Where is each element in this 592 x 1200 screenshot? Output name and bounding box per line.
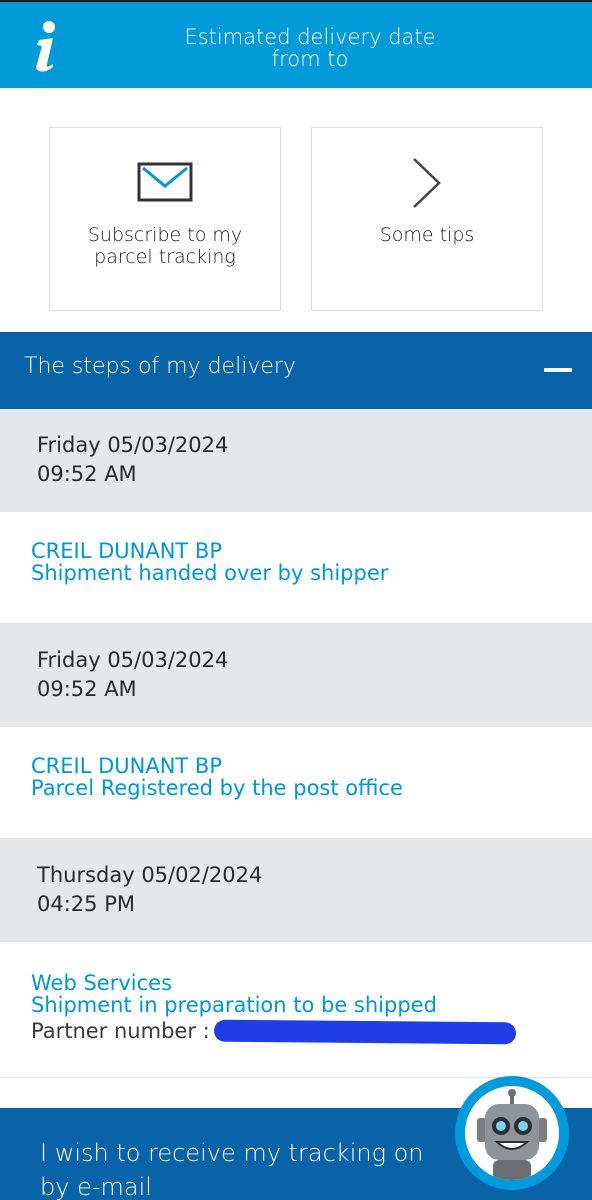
step-day-date: Friday 05/03/2024	[37, 648, 229, 672]
envelope-icon	[137, 162, 193, 202]
some-tips-card[interactable]: Some tips	[311, 127, 543, 311]
step-date-row: Friday 05/03/2024 09:52 AM	[0, 409, 592, 512]
partner-number: Partner number :	[31, 1016, 592, 1046]
chatbot-button[interactable]	[455, 1076, 569, 1190]
step-location: CREIL DUNANT BP	[31, 539, 222, 563]
step-detail-row: CREIL DUNANT BP Shipment handed over by …	[0, 512, 592, 624]
step-description: Shipment in preparation to be shipped	[31, 993, 437, 1017]
step-time: 04:25 PM	[37, 892, 135, 916]
estimated-delivery-text: Estimated delivery date from to	[110, 26, 510, 70]
step-day-date: Thursday 05/02/2024	[37, 863, 263, 887]
minus-icon[interactable]	[542, 356, 574, 384]
delivery-steps-list: Friday 05/03/2024 09:52 AM CREIL DUNANT …	[0, 409, 592, 1078]
estimated-delivery-label: Estimated delivery date	[184, 25, 436, 49]
some-tips-label: Some tips	[379, 224, 475, 246]
subscribe-tracking-card[interactable]: Subscribe to my parcel tracking	[49, 127, 281, 311]
step-detail-row: Web Services Shipment in preparation to …	[0, 942, 592, 1078]
step-detail-row: CREIL DUNANT BP Parcel Registered by the…	[0, 727, 592, 839]
action-cards: Subscribe to my parcel tracking Some tip…	[0, 88, 592, 332]
estimated-delivery-range: from to	[271, 47, 349, 71]
step-date-row: Friday 05/03/2024 09:52 AM	[0, 624, 592, 727]
delivery-steps-header[interactable]: The steps of my delivery	[0, 332, 592, 409]
redaction-scribble	[213, 1019, 516, 1045]
subscribe-tracking-label: Subscribe to my parcel tracking	[87, 224, 243, 268]
step-time: 09:52 AM	[37, 462, 137, 486]
delivery-steps-title: The steps of my delivery	[24, 354, 296, 379]
step-date-row: Thursday 05/02/2024 04:25 PM	[0, 839, 592, 942]
step-location: CREIL DUNANT BP	[31, 754, 222, 778]
info-icon	[36, 21, 55, 72]
step-location: Web Services	[31, 971, 173, 995]
chatbot-robot-icon	[465, 1086, 559, 1180]
chevron-right-icon	[413, 158, 441, 208]
delivery-estimate-banner: Estimated delivery date from to	[0, 0, 592, 88]
step-time: 09:52 AM	[37, 677, 137, 701]
step-description: Parcel Registered by the post office	[31, 776, 403, 800]
step-day-date: Friday 05/03/2024	[37, 433, 229, 457]
step-description: Shipment handed over by shipper	[31, 561, 389, 585]
partner-number-label: Partner number :	[31, 1019, 210, 1043]
